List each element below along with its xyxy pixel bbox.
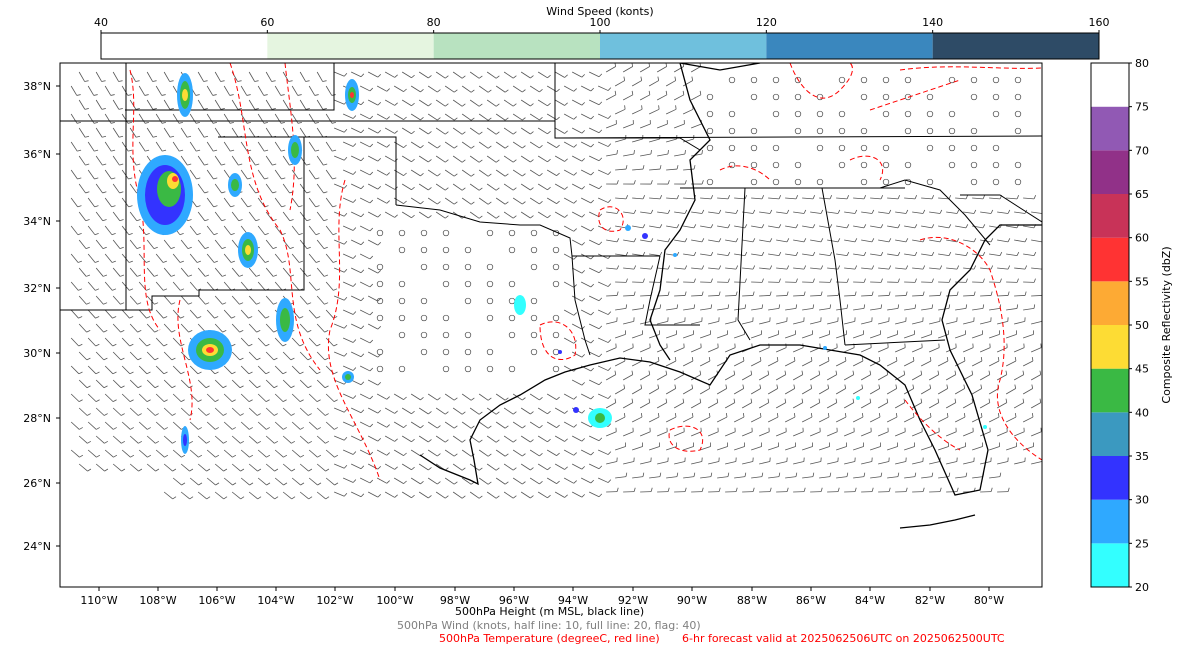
wind-tick-label: 160 xyxy=(1089,16,1110,29)
reflectivity-colorbar-segment xyxy=(1091,499,1129,544)
lat-label: 24°N xyxy=(23,540,51,553)
reflectivity-tick-label: 25 xyxy=(1135,537,1149,550)
reflectivity-tick-label: 45 xyxy=(1135,363,1149,376)
wind-tick-label: 40 xyxy=(94,16,108,29)
wind-colorbar-segment xyxy=(600,33,767,59)
lat-label: 26°N xyxy=(23,477,51,490)
reflectivity-colorbar-segment xyxy=(1091,412,1129,456)
lat-label: 28°N xyxy=(23,412,51,425)
wind-colorbar-segment xyxy=(766,33,933,59)
lon-label: 100°W xyxy=(376,594,413,607)
wind-tick-label: 80 xyxy=(427,16,441,29)
reflectivity-colorbar-title: Composite Reflectivity (dbZ) xyxy=(1160,246,1173,403)
lon-label: 82°W xyxy=(915,594,945,607)
reflectivity-colorbar-segment xyxy=(1091,63,1129,107)
reflectivity-colorbar-segment xyxy=(1091,237,1129,282)
reflectivity-tick-label: 30 xyxy=(1135,494,1149,507)
reflectivity-colorbar-segment xyxy=(1091,194,1129,238)
wind-colorbar-segment xyxy=(267,33,434,59)
wind-colorbar xyxy=(100,32,1100,60)
caption-valid-time: 6-hr forecast valid at 2025062506UTC on … xyxy=(682,632,1005,645)
reflectivity-colorbar-segment xyxy=(1091,150,1129,194)
reflectivity-colorbar xyxy=(1090,62,1130,588)
wind-colorbar-segment xyxy=(932,33,1099,59)
reflectivity-colorbar-segment xyxy=(1091,325,1129,369)
reflectivity-tick-label: 70 xyxy=(1135,144,1149,157)
lat-label: 36°N xyxy=(23,148,51,161)
lat-label: 32°N xyxy=(23,282,51,295)
reflectivity-tick-label: 60 xyxy=(1135,232,1149,245)
reflectivity-tick-label: 75 xyxy=(1135,101,1149,114)
reflectivity-tick-label: 35 xyxy=(1135,450,1149,463)
reflectivity-tick-label: 40 xyxy=(1135,406,1149,419)
latitude-labels: 38°N 36°N 34°N 32°N 30°N 28°N 26°N 24°N xyxy=(23,80,60,553)
reflectivity-colorbar-segment xyxy=(1091,281,1129,325)
lat-label: 30°N xyxy=(23,347,51,360)
reflectivity-tick-label: 65 xyxy=(1135,188,1149,201)
lon-label: 84°W xyxy=(855,594,885,607)
map-panel xyxy=(59,62,1043,588)
reflectivity-tick-label: 50 xyxy=(1135,319,1149,332)
weather-map-figure: Wind Speed (konts) 40 60 80 100 120 140 160 xyxy=(23,5,1173,607)
lon-label: 102°W xyxy=(316,594,353,607)
reflectivity-colorbar-segment xyxy=(1091,456,1129,500)
lon-label: 106°W xyxy=(198,594,235,607)
caption-wind: 500hPa Wind (knots, half line: 10, full … xyxy=(397,619,701,632)
lon-label: 80°W xyxy=(974,594,1004,607)
reflectivity-colorbar-segment xyxy=(1091,368,1129,413)
wind-colorbar-ticks: 40 60 80 100 120 140 160 xyxy=(94,16,1110,33)
lat-label: 38°N xyxy=(23,80,51,93)
reflectivity-tick-label: 20 xyxy=(1135,581,1149,594)
caption-temperature: 500hPa Temperature (degreeC, red line) xyxy=(439,632,660,645)
wind-colorbar-segment xyxy=(101,33,268,59)
wind-colorbar-segment xyxy=(433,33,600,59)
reflectivity-tick-label: 55 xyxy=(1135,275,1149,288)
lon-label: 108°W xyxy=(139,594,176,607)
longitude-labels: 110°W 108°W 106°W 104°W 102°W 100°W 98°W 96°W 94… xyxy=(80,587,1004,607)
wind-tick-label: 120 xyxy=(756,16,777,29)
reflectivity-colorbar-ticks: 20 25 30 35 40 45 50 55 60 65 70 75 80 xyxy=(1129,57,1149,594)
lon-label: 88°W xyxy=(737,594,767,607)
lon-label: 104°W xyxy=(257,594,294,607)
reflectivity-tick-label: 80 xyxy=(1135,57,1149,70)
reflectivity-colorbar-segment xyxy=(1091,106,1129,151)
lon-label: 86°W xyxy=(796,594,826,607)
caption-height: 500hPa Height (m MSL, black line) xyxy=(455,605,645,618)
lon-label: 90°W xyxy=(677,594,707,607)
reflectivity-colorbar-segment xyxy=(1091,543,1129,587)
lat-label: 34°N xyxy=(23,215,51,228)
wind-tick-label: 140 xyxy=(922,16,943,29)
wind-tick-label: 60 xyxy=(260,16,274,29)
wind-tick-label: 100 xyxy=(590,16,611,29)
lon-label: 110°W xyxy=(80,594,117,607)
